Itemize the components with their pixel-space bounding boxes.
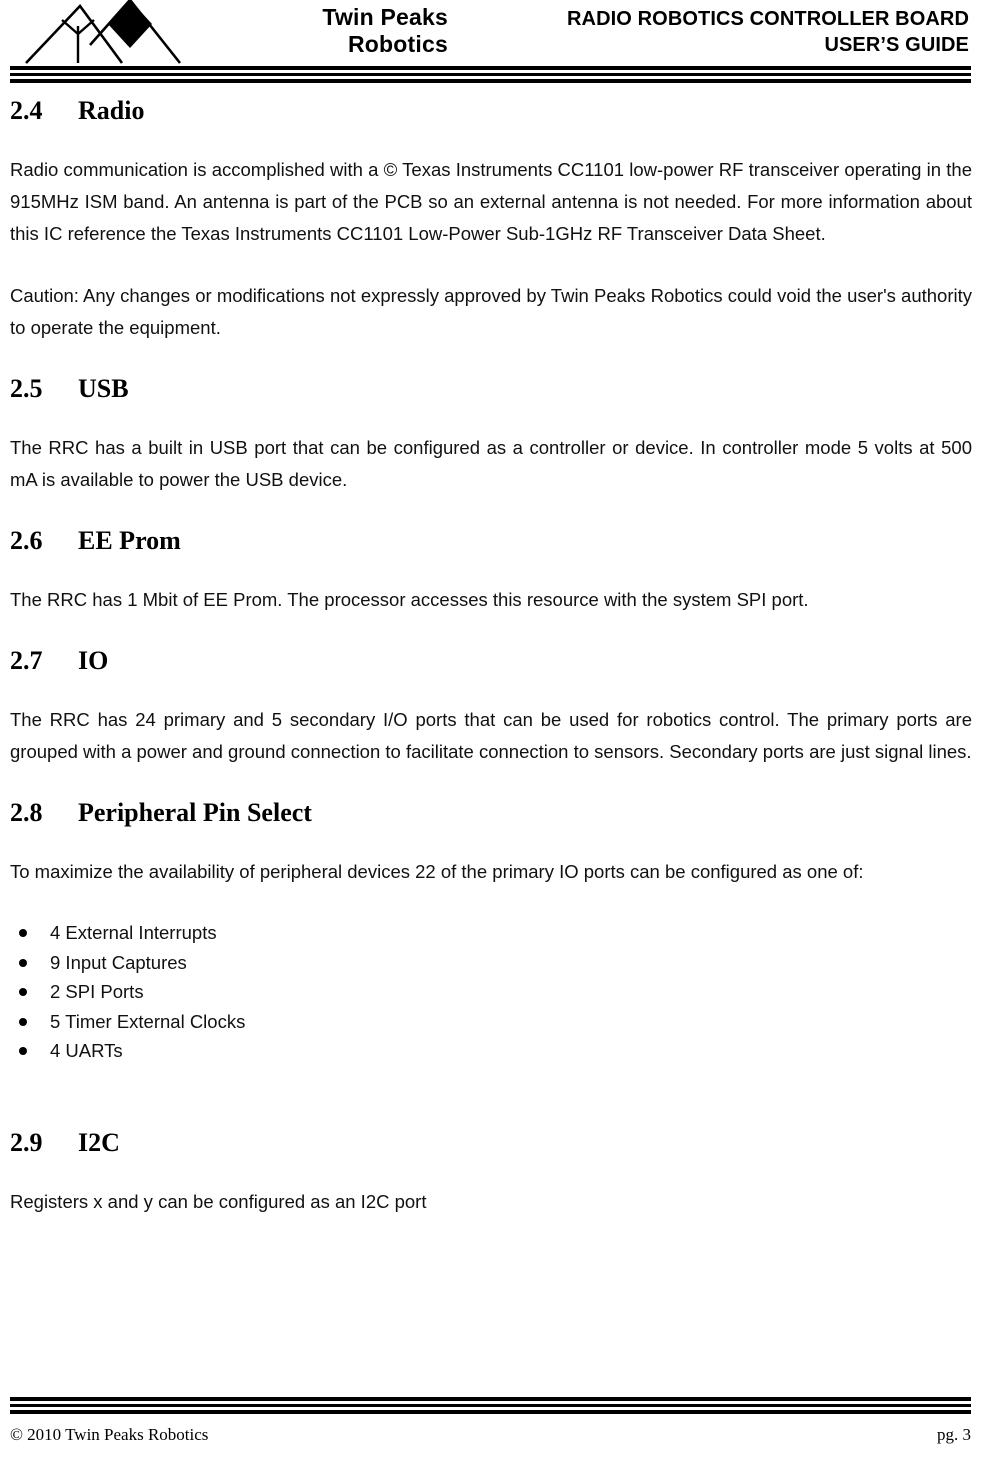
section-number: 2.8 — [10, 798, 43, 827]
list-item-label: 2 SPI Ports — [50, 981, 144, 1002]
section-number: 2.9 — [10, 1127, 43, 1157]
rule-line-bottom — [10, 79, 971, 83]
paragraph-2-6-1: The RRC has 1 Mbit of EE Prom. The proce… — [10, 589, 809, 610]
header-title-line-1: RADIO ROBOTICS CONTROLLER BOARD — [567, 8, 969, 30]
footer-copyright: © 2010 Twin Peaks Robotics — [10, 1425, 209, 1444]
section-heading-2-7: 2.7 IO — [10, 646, 972, 676]
twin-peaks-mountains-antenna-logo — [18, 0, 214, 66]
list-item-label: 4 External Interrupts — [50, 922, 217, 943]
paragraph-2-8-1: To maximize the availability of peripher… — [10, 861, 864, 882]
bullet-icon — [19, 958, 27, 967]
bullet-icon — [19, 1017, 27, 1026]
document-body: 2.4 Radio Radio communication is accompl… — [10, 96, 972, 1218]
section-number: 2.7 — [10, 646, 43, 675]
bullet-icon — [19, 988, 27, 996]
list-item: 9 Input Captures — [10, 948, 972, 978]
rule-line-top — [10, 66, 971, 70]
section-heading-2-8: 2.8 Peripheral Pin Select — [10, 798, 972, 828]
list-item-label: 5 Timer External Clocks — [50, 1010, 246, 1032]
section-number: 2.5 — [10, 374, 43, 403]
page-footer: © 2010 Twin Peaks Robotics pg. 3 — [10, 1424, 971, 1454]
section-heading-2-9: 2.9 I2C — [10, 1128, 972, 1158]
paragraph-2-4-1: Radio communication is accomplished with… — [10, 159, 972, 244]
list-item: 5 Timer External Clocks — [10, 1007, 972, 1037]
paragraph-2-5-1: The RRC has a built in USB port that can… — [10, 437, 972, 490]
section-title: USB — [78, 374, 129, 403]
header-title-line-2: USER’S GUIDE — [824, 34, 969, 56]
paragraph-2-4-2: Caution: Any changes or modifications no… — [10, 285, 972, 338]
paragraph-2-9-1: Registers x and y can be configured as a… — [10, 1190, 427, 1212]
section-number: 2.4 — [10, 96, 43, 125]
footer-page-number: pg. 3 — [937, 1425, 971, 1444]
document-page: Twin Peaks Robotics RADIO ROBOTICS CONTR… — [0, 0, 981, 1466]
section-title: Peripheral Pin Select — [78, 798, 312, 827]
section-title: Radio — [78, 96, 145, 125]
bullet-icon — [19, 1047, 27, 1055]
paragraph-2-7-1: The RRC has 24 primary and 5 secondary I… — [10, 709, 972, 762]
list-item: 4 External Interrupts — [10, 918, 972, 948]
bullet-icon — [19, 929, 27, 937]
document-header-title: RADIO ROBOTICS CONTROLLER BOARD USER’S G… — [369, 6, 969, 58]
section-heading-2-5: 2.5 USB — [10, 374, 972, 404]
rule-line-top — [10, 1397, 971, 1401]
rule-line-bottom — [10, 1410, 971, 1414]
header-divider-rule — [10, 66, 971, 83]
peripheral-options-list: 4 External Interrupts 9 Input Captures 2… — [10, 918, 972, 1066]
list-item: 4 UARTs — [10, 1036, 972, 1066]
list-item-label: 4 UARTs — [50, 1040, 123, 1061]
list-item-label: 9 Input Captures — [50, 951, 187, 973]
footer-divider-rule — [10, 1397, 971, 1414]
section-number: 2.6 — [10, 526, 43, 555]
rule-line-middle — [10, 1404, 971, 1407]
rule-line-middle — [10, 73, 971, 76]
section-heading-2-6: 2.6 EE Prom — [10, 526, 972, 556]
section-heading-2-4: 2.4 Radio — [10, 96, 972, 126]
section-title: I2C — [78, 1127, 120, 1157]
list-item: 2 SPI Ports — [10, 977, 972, 1007]
section-title: EE Prom — [78, 526, 181, 555]
section-title: IO — [78, 646, 109, 675]
